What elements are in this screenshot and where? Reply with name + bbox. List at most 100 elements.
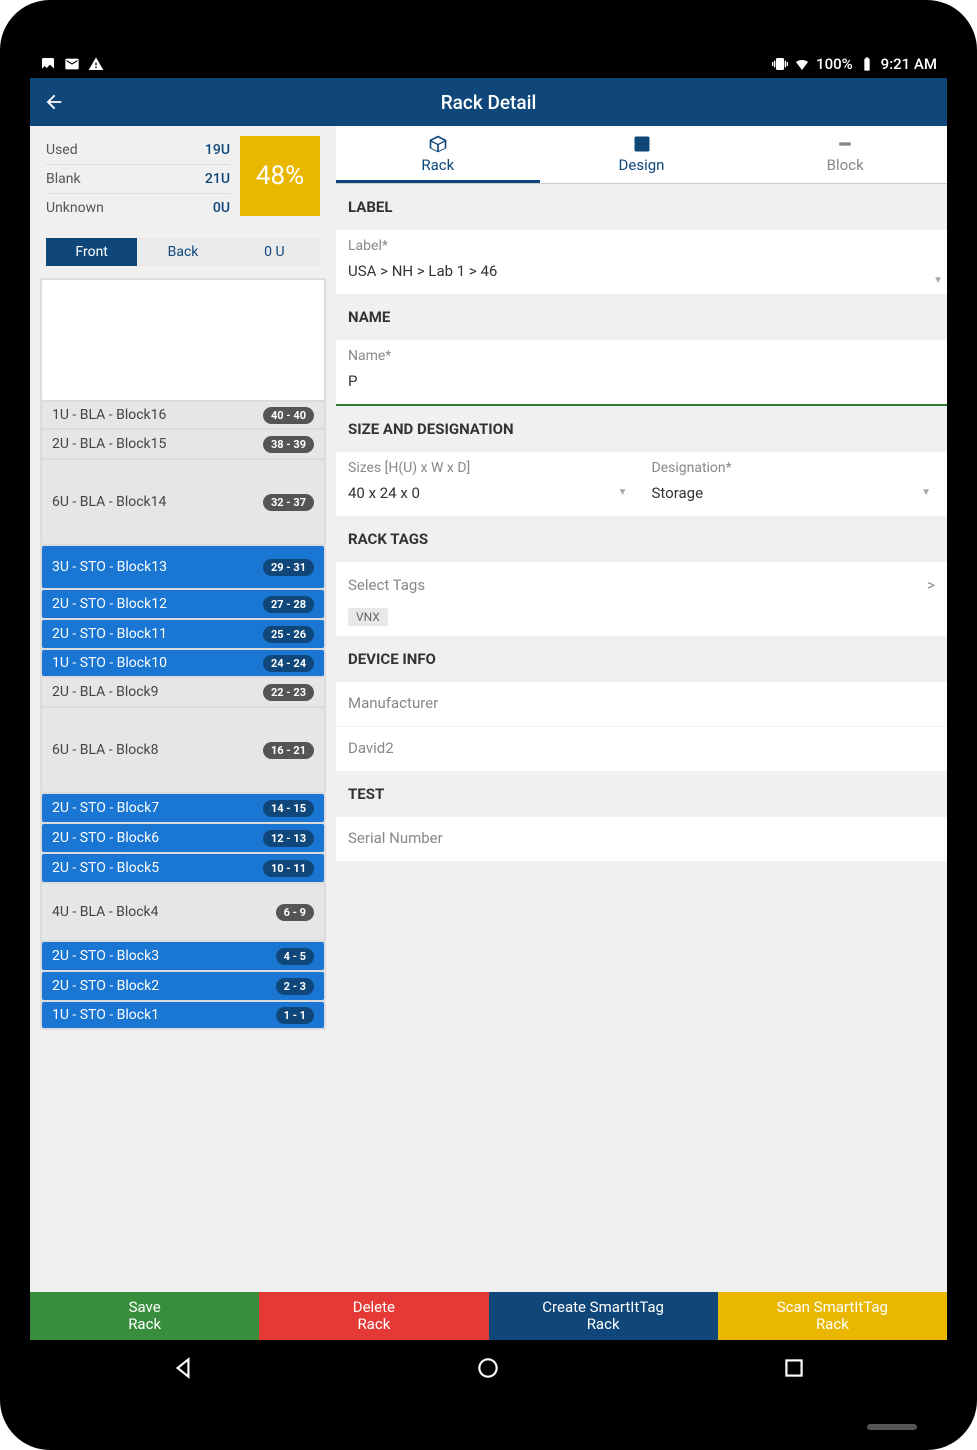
clock-time: 9:21 AM [881, 55, 937, 73]
unknown-value: 0U [213, 200, 230, 216]
chevron-right-icon: > [927, 576, 935, 594]
rack-block[interactable]: 3U - STO - Block13 29 - 31 [42, 546, 324, 588]
usage-summary: Used19U Blank21U Unknown0U [46, 136, 230, 222]
battery-percentage: 100% [816, 55, 853, 73]
rack-block[interactable]: 2U - BLA - Block9 22 - 23 [42, 678, 324, 706]
android-nav-bar [30, 1340, 947, 1400]
back-button[interactable] [30, 78, 78, 126]
name-field[interactable]: Name* P [336, 340, 947, 406]
blank-label: Blank [46, 171, 81, 187]
view-segmented: Front Back 0 U [46, 238, 320, 266]
rack-block-range: 24 - 24 [263, 655, 314, 672]
rack-block-label: 2U - BLA - Block9 [52, 684, 159, 700]
rack-block[interactable]: 2U - STO - Block2 2 - 3 [42, 972, 324, 1000]
tab-rack[interactable]: Rack [336, 126, 540, 183]
rack-block-label: 2U - STO - Block11 [52, 626, 167, 642]
rack-block-range: 14 - 15 [263, 800, 314, 817]
wifi-icon [794, 56, 810, 72]
rack-block[interactable]: 6U - BLA - Block8 16 - 21 [42, 708, 324, 792]
rack-block-label: 1U - BLA - Block16 [52, 407, 166, 423]
rack-block[interactable]: 1U - BLA - Block16 40 - 40 [42, 402, 324, 428]
section-name: NAME [336, 294, 947, 340]
rack-block-label: 3U - STO - Block13 [52, 559, 167, 575]
label-field[interactable]: Label* USA > NH > Lab 1 > 46 ▼ [336, 230, 947, 294]
app-bar: Rack Detail [30, 78, 947, 126]
rack-block-label: 2U - STO - Block6 [52, 830, 159, 846]
rack-block-label: 6U - BLA - Block14 [52, 494, 166, 510]
rack-block-label: 6U - BLA - Block8 [52, 742, 159, 758]
nav-home-icon[interactable] [475, 1355, 501, 1385]
designation-field[interactable]: Designation* Storage ▼ [652, 460, 936, 506]
delete-button[interactable]: Delete Rack [259, 1292, 488, 1340]
document-icon [632, 134, 652, 154]
rack-block-label: 2U - STO - Block7 [52, 800, 159, 816]
segment-units[interactable]: 0 U [229, 238, 320, 266]
rack-block-range: 22 - 23 [263, 684, 314, 701]
save-button[interactable]: Save Rack [30, 1292, 259, 1340]
tag-chip[interactable]: VNX [348, 608, 388, 626]
segment-front[interactable]: Front [46, 238, 137, 266]
rack-block[interactable]: 2U - STO - Block7 14 - 15 [42, 794, 324, 822]
tab-block[interactable]: Block [743, 126, 947, 183]
rack-block-range: 1 - 1 [276, 1007, 314, 1024]
rack-block-label: 2U - STO - Block12 [52, 596, 167, 612]
section-device: DEVICE INFO [336, 636, 947, 682]
rack-block-range: 2 - 3 [276, 978, 314, 995]
size-field[interactable]: Sizes [H(U) x W x D] 40 x 24 x 0 ▼ [348, 460, 632, 506]
status-bar: 100% 9:21 AM [30, 50, 947, 78]
tags-field[interactable]: Select Tags > VNX [336, 562, 947, 636]
rack-block[interactable]: 2U - BLA - Block15 38 - 39 [42, 430, 324, 458]
vibrate-icon [772, 56, 788, 72]
tab-design[interactable]: Design [540, 126, 744, 183]
rack-block-label: 2U - BLA - Block15 [52, 436, 166, 452]
unknown-label: Unknown [46, 200, 104, 216]
rack-block[interactable]: 2U - STO - Block3 4 - 5 [42, 942, 324, 970]
rack-block-label: 2U - STO - Block3 [52, 948, 159, 964]
rack-block-range: 16 - 21 [263, 742, 314, 759]
rack-block-range: 29 - 31 [263, 559, 314, 576]
rack-block-range: 12 - 13 [263, 830, 314, 847]
warning-icon [88, 56, 104, 72]
rack-block-label: 2U - STO - Block2 [52, 978, 159, 994]
manufacturer-field[interactable]: Manufacturer [336, 682, 947, 726]
rack-block[interactable]: 2U - STO - Block5 10 - 11 [42, 854, 324, 882]
rack-block-range: 38 - 39 [263, 436, 314, 453]
serial-field[interactable]: Serial Number [336, 817, 947, 861]
chevron-down-icon: ▼ [921, 487, 931, 498]
chevron-down-icon: ▼ [933, 275, 943, 286]
rack-block[interactable]: 4U - BLA - Block4 6 - 9 [42, 884, 324, 940]
section-label: LABEL [336, 184, 947, 230]
rack-column: 1U - BLA - Block16 40 - 40 2U - BLA - Bloc… [40, 278, 326, 1030]
detail-tabs: Rack Design Block [336, 126, 947, 184]
left-panel: Used19U Blank21U Unknown0U 48% Front Bac… [30, 126, 336, 1292]
used-value: 19U [205, 142, 230, 158]
rack-block-range: 10 - 11 [263, 860, 314, 877]
battery-icon [859, 56, 875, 72]
image-icon [40, 56, 56, 72]
segment-back[interactable]: Back [137, 238, 228, 266]
nav-recent-icon[interactable] [781, 1355, 807, 1385]
rack-block[interactable]: 6U - BLA - Block1432 - 37 [42, 460, 324, 544]
create-tag-button[interactable]: Create SmartItTag Rack [489, 1292, 718, 1340]
rack-block[interactable]: 2U - STO - Block6 12 - 13 [42, 824, 324, 852]
page-title: Rack Detail [30, 91, 947, 114]
rack-block-range: 40 - 40 [263, 407, 314, 424]
section-test: TEST [336, 771, 947, 817]
right-panel: Rack Design Block LABEL Label* USA > NH … [336, 126, 947, 1292]
device-value-field[interactable]: David2 [336, 726, 947, 771]
blank-value: 21U [205, 171, 230, 187]
scan-tag-button[interactable]: Scan SmartItTag Rack [718, 1292, 947, 1340]
rack-block[interactable]: 2U - STO - Block1227 - 28 [42, 590, 324, 618]
rack-block-label: 4U - BLA - Block4 [52, 904, 159, 920]
rack-block[interactable]: 1U - STO - Block1024 - 24 [42, 650, 324, 676]
nav-back-icon[interactable] [170, 1355, 196, 1385]
mail-icon [64, 56, 80, 72]
rack-block-label: 1U - STO - Block1 [52, 1007, 159, 1023]
rack-block-range: 4 - 5 [276, 948, 314, 965]
rack-block-range: 6 - 9 [276, 904, 314, 921]
rack-block-label: 2U - STO - Block5 [52, 860, 159, 876]
section-size: SIZE AND DESIGNATION [336, 406, 947, 452]
rack-block[interactable]: 2U - STO - Block11 25 - 26 [42, 620, 324, 648]
rack-block-range: 25 - 26 [263, 626, 314, 643]
rack-block[interactable]: 1U - STO - Block1 1 - 1 [42, 1002, 324, 1028]
